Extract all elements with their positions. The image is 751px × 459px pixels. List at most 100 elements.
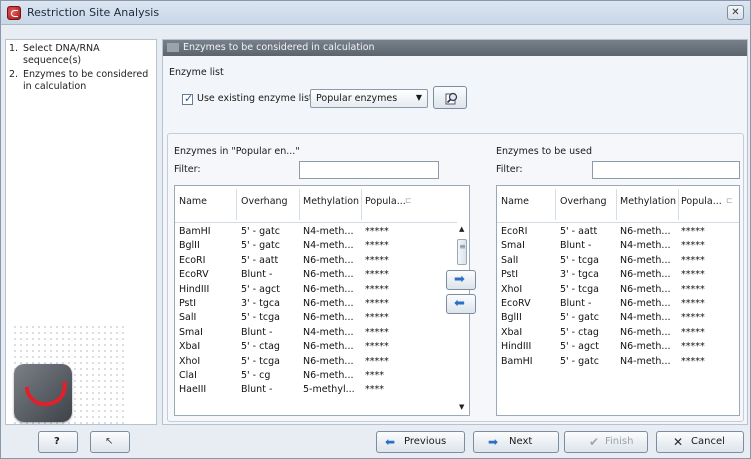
wizard-steps-panel: 1. Select DNA/RNA sequence(s) 2. Enzymes… — [5, 39, 157, 425]
clc-logo-icon — [14, 364, 72, 422]
cell-overhang: 3' - tgca — [560, 269, 599, 281]
column-header-methylation[interactable]: Methylation — [303, 196, 359, 207]
table-row[interactable]: XhoI 5' - tcga N6-meth... ***** — [175, 355, 469, 369]
table-row[interactable]: SalI 5' - tcga N6-meth... ***** — [497, 254, 739, 268]
column-header-name[interactable]: Name — [179, 196, 207, 207]
cell-methylation: N4-meth... — [620, 355, 671, 367]
table-row[interactable]: SalI 5' - tcga N6-meth... ***** — [175, 311, 469, 325]
table-row[interactable]: BglII 5' - gatc N4-meth... ***** — [497, 311, 739, 325]
cell-name: BamHI — [179, 226, 211, 237]
scroll-up-icon[interactable]: ▲ — [459, 225, 464, 233]
help-label: ? — [54, 436, 60, 447]
cell-overhang: Blunt - — [241, 384, 273, 396]
column-divider — [678, 189, 679, 220]
table-row[interactable]: HindIII 5' - agct N6-meth... ***** — [175, 283, 469, 297]
main-panel: Enzymes to be considered in calculation … — [162, 39, 748, 425]
cell-methylation: N4-meth... — [620, 240, 671, 252]
next-label: Next — [509, 436, 533, 447]
cell-popularity: ***** — [365, 269, 389, 281]
column-chooser-icon[interactable]: ⊏ — [405, 196, 412, 205]
cell-name: HindIII — [179, 283, 210, 295]
table-row[interactable]: HindIII 5' - agct N6-meth... ***** — [497, 340, 739, 354]
cell-overhang: 5' - aatt — [560, 226, 598, 237]
help-button[interactable]: ? — [38, 431, 78, 453]
cell-popularity: ***** — [365, 341, 389, 353]
cell-name: XhoI — [501, 283, 523, 295]
cell-methylation: N6-meth... — [620, 269, 671, 281]
available-filter-input[interactable] — [299, 161, 439, 179]
cell-name: PstI — [179, 298, 197, 309]
cell-overhang: 5' - aatt — [241, 254, 279, 266]
logo-area — [12, 324, 128, 424]
cell-popularity: ***** — [681, 355, 705, 367]
column-header-overhang[interactable]: Overhang — [241, 196, 288, 207]
cell-methylation: N6-meth... — [303, 254, 354, 266]
table-row[interactable]: HaeIII Blunt - 5-methyl... **** — [175, 383, 469, 397]
available-filter-label: Filter: — [174, 164, 201, 175]
cell-overhang: 5' - gatc — [241, 226, 280, 237]
cell-name: XbaI — [501, 326, 523, 338]
close-button[interactable]: ✕ — [727, 5, 744, 20]
enzyme-list-select[interactable]: Popular enzymes ▼ — [310, 89, 428, 108]
table-row[interactable]: BamHI 5' - gatc N4-meth... ***** — [175, 225, 469, 239]
use-existing-list-label[interactable]: Use existing enzyme list — [197, 93, 313, 104]
cell-overhang: 5' - tcga — [241, 312, 280, 324]
table-row[interactable]: BamHI 5' - gatc N4-meth... ***** — [497, 355, 739, 369]
cell-popularity: ***** — [365, 226, 389, 237]
column-header-popularity[interactable]: Popula... — [365, 196, 406, 207]
table-row[interactable]: EcoRI 5' - aatt N6-meth... ***** — [175, 254, 469, 268]
next-button[interactable]: ➡ Next — [473, 431, 559, 453]
column-divider — [361, 189, 362, 220]
use-existing-list-checkbox[interactable] — [182, 92, 193, 105]
browse-enzyme-list-button[interactable] — [433, 86, 467, 109]
selected-filter-input[interactable] — [592, 161, 740, 179]
cancel-button[interactable]: ✕ Cancel — [656, 431, 744, 453]
table-row[interactable]: XhoI 5' - tcga N6-meth... ***** — [497, 283, 739, 297]
cell-popularity: ***** — [365, 326, 389, 338]
cell-name: EcoRI — [179, 254, 206, 266]
reset-button[interactable]: ↖ — [90, 431, 130, 453]
cell-name: HaeIII — [179, 384, 207, 396]
vertical-scrollbar[interactable]: ▲ ▼ — [455, 223, 469, 415]
table-row[interactable]: SmaI Blunt - N4-meth... ***** — [497, 239, 739, 253]
cell-name: BamHI — [501, 355, 533, 367]
available-enzymes-table[interactable]: Name Overhang Methylation Popula... ⊏ Ba… — [174, 185, 470, 416]
cell-methylation: N6-meth... — [303, 269, 354, 281]
cell-name: ClaI — [179, 370, 197, 381]
table-row[interactable]: PstI 3' - tgca N6-meth... ***** — [175, 297, 469, 311]
table-row[interactable]: EcoRI 5' - aatt N6-meth... ***** — [497, 225, 739, 239]
finish-button[interactable]: ✔ Finish — [564, 431, 648, 453]
table-row[interactable]: BglII 5' - gatc N4-meth... ***** — [175, 239, 469, 253]
table-row[interactable]: XbaI 5' - ctag N6-meth... ***** — [175, 340, 469, 354]
add-enzyme-button[interactable]: ➡ — [446, 270, 476, 290]
column-header-name[interactable]: Name — [501, 196, 529, 207]
column-chooser-icon[interactable]: ⊏ — [726, 196, 733, 205]
cell-name: BglII — [179, 240, 200, 252]
table-row[interactable]: PstI 3' - tgca N6-meth... ***** — [497, 268, 739, 282]
table-row[interactable]: SmaI Blunt - N4-meth... ***** — [175, 326, 469, 340]
table-row[interactable]: XbaI 5' - ctag N6-meth... ***** — [497, 326, 739, 340]
cell-popularity: ***** — [365, 312, 389, 324]
column-header-methylation[interactable]: Methylation — [620, 196, 676, 207]
column-header-popularity[interactable]: Popula... — [681, 196, 722, 207]
cell-name: XbaI — [179, 341, 201, 353]
table-row[interactable]: EcoRV Blunt - N6-meth... ***** — [497, 297, 739, 311]
previous-button[interactable]: ⬅ Previous — [376, 431, 465, 453]
previous-label: Previous — [404, 436, 447, 447]
cell-name: SalI — [501, 254, 519, 266]
column-header-overhang[interactable]: Overhang — [560, 196, 607, 207]
cell-name: PstI — [501, 269, 519, 281]
cell-popularity: ***** — [681, 326, 705, 338]
cell-methylation: N6-meth... — [620, 254, 671, 266]
scroll-down-icon[interactable]: ▼ — [459, 403, 464, 411]
table-row[interactable]: EcoRV Blunt - N6-meth... ***** — [175, 268, 469, 282]
cell-overhang: 5' - ctag — [560, 326, 599, 338]
selected-enzymes-table[interactable]: Name Overhang Methylation Popula... ⊏ Ec… — [496, 185, 740, 416]
cell-popularity: ***** — [365, 283, 389, 295]
cancel-x-icon: ✕ — [673, 435, 684, 449]
table-row[interactable]: ClaI 5' - cg N6-meth... **** — [175, 369, 469, 383]
remove-enzyme-button[interactable]: ⬅ — [446, 294, 476, 314]
scroll-thumb[interactable] — [457, 239, 467, 265]
cell-overhang: 5' - agct — [560, 341, 599, 353]
title-bar: Restriction Site Analysis ✕ — [1, 1, 750, 25]
